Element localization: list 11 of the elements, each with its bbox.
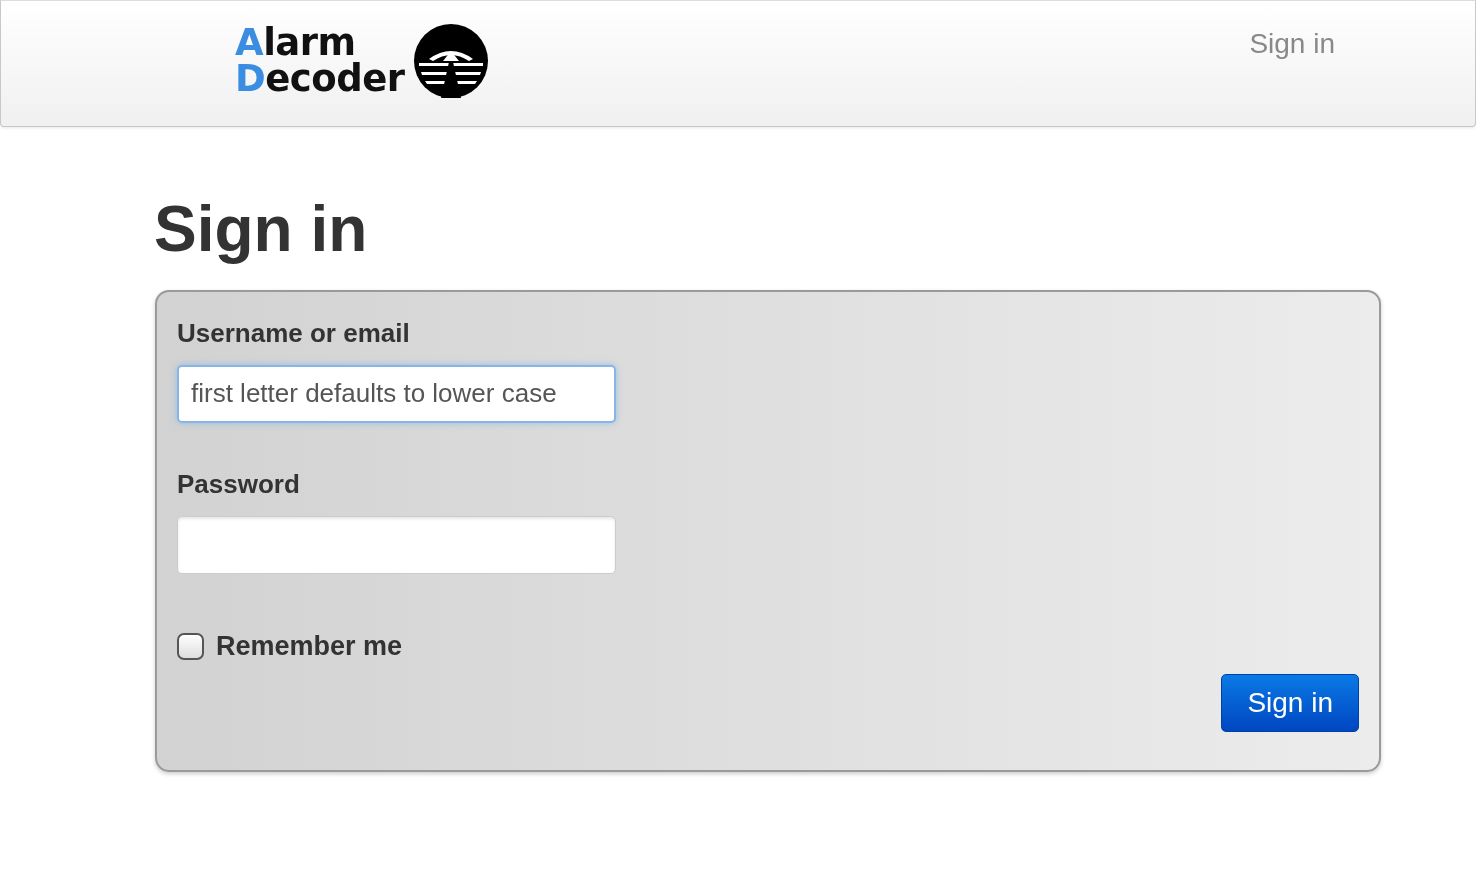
field-label: Username or email: [177, 316, 411, 350]
page-heading: Sign in: [154, 192, 369, 267]
logo-icon: [412, 23, 489, 99]
checkbox-label: Remember me: [216, 629, 403, 663]
nav-link[interactable]: Sign in: [1249, 23, 1335, 65]
field-label: Password: [177, 467, 301, 501]
input-field[interactable]: [177, 515, 616, 574]
sign-in-button[interactable]: Sign in: [1221, 674, 1359, 733]
input-field[interactable]: first letter defaults to lower case: [177, 364, 616, 423]
checkbox[interactable]: [177, 632, 204, 660]
logo-text: Alarm Decoder: [235, 25, 405, 97]
